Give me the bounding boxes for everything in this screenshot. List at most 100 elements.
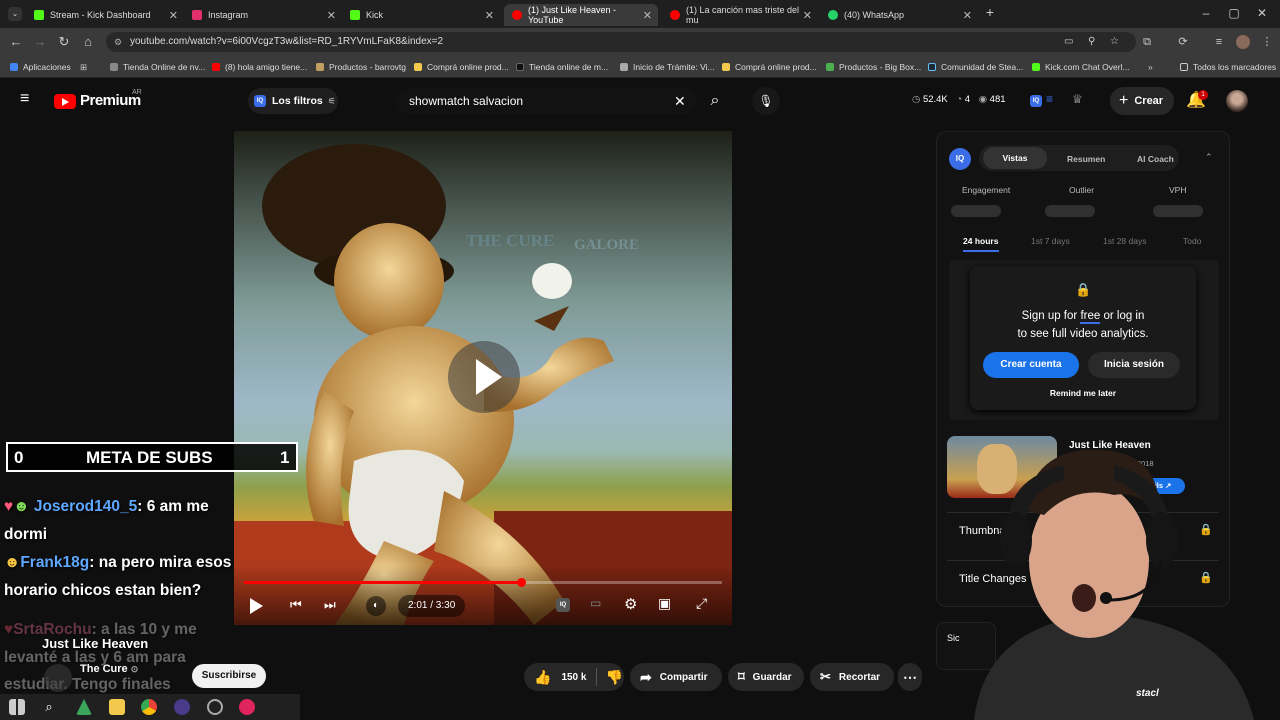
- range-24-hours[interactable]: 24 hours: [963, 236, 998, 246]
- bookmark-label: Comunidad de Stea...: [941, 62, 1024, 72]
- tab-kick[interactable]: Kick ✕: [342, 4, 500, 26]
- progress-bar[interactable]: [244, 581, 722, 584]
- collapse-icon[interactable]: ⌃: [1205, 152, 1213, 163]
- tab-ai-coach[interactable]: AI Coach: [1137, 154, 1174, 164]
- media-icon[interactable]: ≡: [1212, 35, 1226, 49]
- chrome-icon[interactable]: [141, 699, 157, 715]
- close-icon[interactable]: ✕: [169, 9, 178, 22]
- bookmark-item[interactable]: Tienda Online de nv...: [110, 60, 205, 74]
- bookmark-all[interactable]: Todos los marcadores: [1180, 60, 1276, 74]
- search-input[interactable]: showmatch salvacion ✕: [396, 88, 696, 114]
- big-play-button[interactable]: [448, 341, 520, 413]
- filters-button[interactable]: IQ Los filtros ⚟: [248, 88, 338, 114]
- bookmark-item[interactable]: Productos - Big Box...: [826, 60, 921, 74]
- bookmark-item[interactable]: Comprá online prod...: [414, 60, 509, 74]
- previous-icon[interactable]: ⏮: [290, 597, 302, 613]
- app-icon[interactable]: [76, 699, 92, 715]
- remind-later-link[interactable]: Remind me later: [970, 388, 1196, 398]
- bookmark-item[interactable]: Comunidad de Stea...: [928, 60, 1023, 74]
- profile-avatar[interactable]: [1236, 35, 1250, 49]
- stats-strip: ◷ 52.4K ◔ 4 ◉ 481: [912, 94, 1006, 105]
- close-window-button[interactable]: ✕: [1254, 6, 1270, 20]
- close-icon[interactable]: ✕: [485, 9, 494, 22]
- app-icon[interactable]: [239, 699, 255, 715]
- stat-views: 52.4K: [922, 94, 948, 105]
- extensions-icon[interactable]: ⧉: [1140, 35, 1154, 49]
- fullscreen-icon[interactable]: ⤢: [696, 595, 707, 612]
- miniplayer-icon[interactable]: ▣: [658, 595, 671, 612]
- list-icon[interactable]: ≡: [1046, 92, 1053, 106]
- maximize-button[interactable]: ▢: [1226, 6, 1242, 20]
- tab-resumen[interactable]: Resumen: [1067, 154, 1105, 164]
- subscribe-button[interactable]: Suscribirse: [192, 664, 266, 688]
- iq-player-icon[interactable]: IQ: [556, 598, 570, 612]
- cast-icon[interactable]: ▭: [1064, 32, 1073, 52]
- bookmark-aplicaciones[interactable]: Aplicaciones: [10, 60, 71, 74]
- clear-search-icon[interactable]: ✕: [674, 88, 686, 114]
- create-button[interactable]: + Crear: [1110, 87, 1174, 115]
- login-button[interactable]: Inicia sesión: [1088, 352, 1180, 378]
- create-account-button[interactable]: Crear cuenta: [983, 352, 1079, 378]
- tab-whatsapp[interactable]: (40) WhatsApp ✕: [820, 4, 978, 26]
- tab-just-like-heaven[interactable]: (1) Just Like Heaven - YouTube ✕: [504, 4, 658, 26]
- minimize-button[interactable]: –: [1198, 6, 1214, 20]
- range-1st-7-days[interactable]: 1st 7 days: [1031, 236, 1070, 246]
- clip-button[interactable]: ✂ Recortar: [810, 663, 894, 691]
- star-icon[interactable]: ☆: [1110, 32, 1119, 52]
- youtube-logo-icon[interactable]: [54, 94, 76, 109]
- sync-icon[interactable]: ⟳: [1176, 35, 1190, 49]
- hamburger-menu-icon[interactable]: ≡: [20, 91, 34, 107]
- search-icon[interactable]: ⌕: [41, 699, 57, 715]
- volume-icon[interactable]: ◐: [366, 596, 386, 616]
- share-button[interactable]: ➦ Compartir: [630, 663, 722, 691]
- back-button[interactable]: ←: [8, 34, 24, 49]
- obs-icon[interactable]: [174, 699, 190, 715]
- next-icon[interactable]: ⏭: [324, 597, 336, 613]
- bookmark-item[interactable]: Tienda online de m...: [516, 60, 608, 74]
- app-icon[interactable]: [207, 699, 223, 715]
- tab-la-cancion[interactable]: (1) La canción mas triste del mu ✕: [662, 4, 818, 26]
- range-1st-28-days[interactable]: 1st 28 days: [1103, 236, 1146, 246]
- grid-icon[interactable]: ⊞: [80, 60, 87, 74]
- close-icon[interactable]: ✕: [327, 9, 336, 22]
- bookmark-item[interactable]: Inicio de Trámite: Vi...: [620, 60, 715, 74]
- tab-instagram[interactable]: Instagram ✕: [184, 4, 342, 26]
- play-button[interactable]: [250, 598, 263, 614]
- bookmark-item[interactable]: Productos - barrovtg: [316, 60, 406, 74]
- file-explorer-icon[interactable]: [109, 699, 125, 715]
- more-bookmarks-icon[interactable]: »: [1148, 60, 1153, 74]
- tab-search-button[interactable]: ⌄: [8, 7, 22, 21]
- channel-name[interactable]: The Cure ⊙: [80, 663, 138, 675]
- like-button[interactable]: 👍 150 k 👎: [524, 663, 624, 691]
- bookmark-item[interactable]: (8) hola amigo tiene...: [212, 60, 307, 74]
- voice-search-icon[interactable]: 🎙: [752, 87, 780, 115]
- iq-toolbar-icon[interactable]: IQ: [1030, 95, 1042, 107]
- forward-button[interactable]: →: [32, 34, 48, 49]
- save-button[interactable]: ⌑ Guardar: [728, 663, 804, 691]
- settings-gear-icon[interactable]: ⚙: [624, 595, 637, 613]
- bookmark-item[interactable]: Kick.com Chat Overl...: [1032, 60, 1130, 74]
- bookmark-item[interactable]: Comprá online prod...: [722, 60, 817, 74]
- windows-start-icon[interactable]: [9, 699, 25, 715]
- subtitles-icon[interactable]: ▭: [590, 596, 601, 610]
- account-avatar[interactable]: [1226, 90, 1248, 112]
- new-tab-button[interactable]: +: [982, 4, 998, 20]
- apps-icon: [10, 63, 18, 71]
- search-icon[interactable]: ⌕: [700, 88, 730, 114]
- trophy-icon[interactable]: ♕: [1072, 92, 1083, 106]
- channel-avatar[interactable]: [44, 664, 72, 692]
- site-info-icon[interactable]: ⚙: [114, 32, 122, 52]
- close-icon[interactable]: ✕: [803, 9, 812, 22]
- home-button[interactable]: ⌂: [80, 34, 96, 49]
- close-icon[interactable]: ✕: [643, 9, 652, 22]
- url-field[interactable]: ⚙ youtube.com/watch?v=6i00VcgzT3w&list=R…: [106, 32, 1136, 52]
- reload-button[interactable]: ↻: [56, 34, 72, 50]
- menu-icon[interactable]: ⋮: [1260, 35, 1274, 49]
- tab-kick-dashboard[interactable]: Stream - Kick Dashboard ✕: [26, 4, 184, 26]
- tab-vistas[interactable]: Vistas: [983, 147, 1047, 169]
- video-player[interactable]: THE CURE GALORE: [234, 131, 732, 625]
- range-todo[interactable]: Todo: [1183, 236, 1201, 246]
- close-icon[interactable]: ✕: [963, 9, 972, 22]
- thumbs-down-icon[interactable]: 👎: [605, 669, 622, 686]
- zoom-icon[interactable]: ⚲: [1088, 32, 1095, 52]
